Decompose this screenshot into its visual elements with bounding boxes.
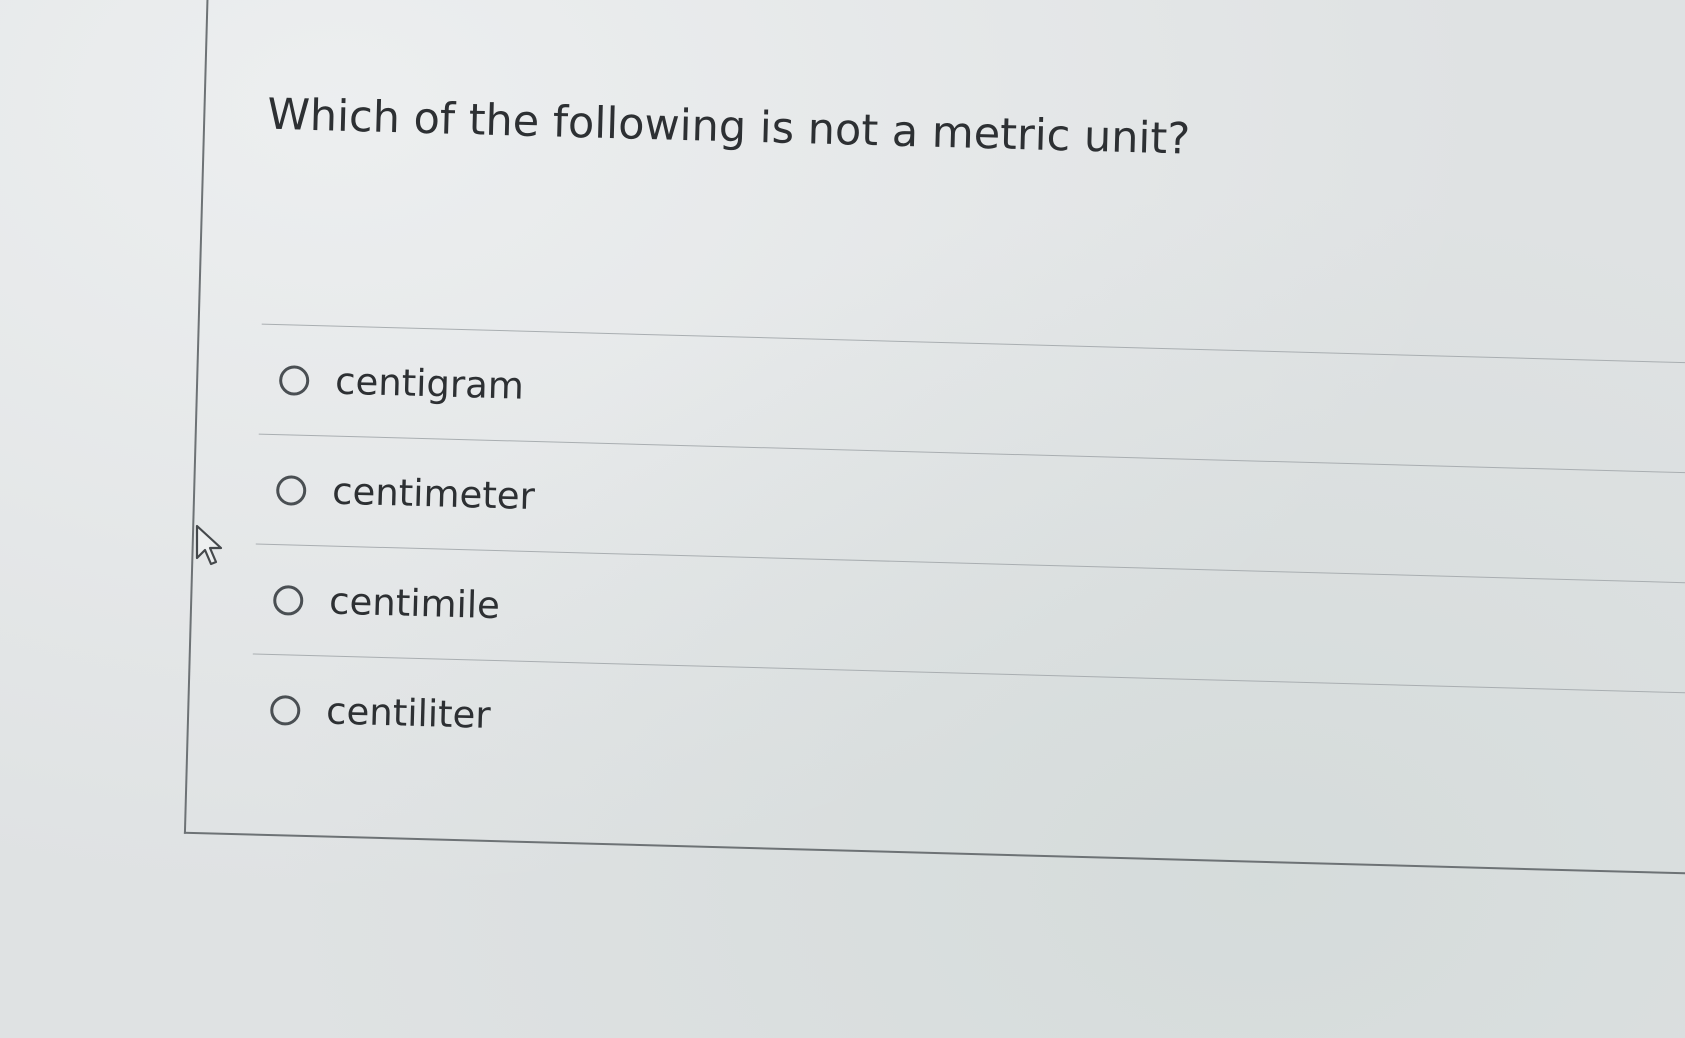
answer-label[interactable]: centigram	[335, 360, 525, 408]
radio-button-icon[interactable]	[275, 474, 307, 506]
radio-button-icon[interactable]	[272, 584, 304, 616]
radio-button-icon[interactable]	[278, 364, 310, 396]
screen: Which of the following is not a metric u…	[0, 0, 1685, 1038]
mouse-pointer-icon	[195, 524, 223, 566]
answer-label[interactable]: centiliter	[326, 690, 491, 737]
question-text: Which of the following is not a metric u…	[266, 89, 1191, 165]
answer-label[interactable]: centimile	[329, 580, 501, 628]
question-card: Which of the following is not a metric u…	[183, 0, 1685, 876]
answer-list: centigram centimeter centimile centilite…	[250, 323, 1685, 804]
radio-button-icon[interactable]	[269, 694, 301, 726]
answer-label[interactable]: centimeter	[332, 470, 536, 518]
